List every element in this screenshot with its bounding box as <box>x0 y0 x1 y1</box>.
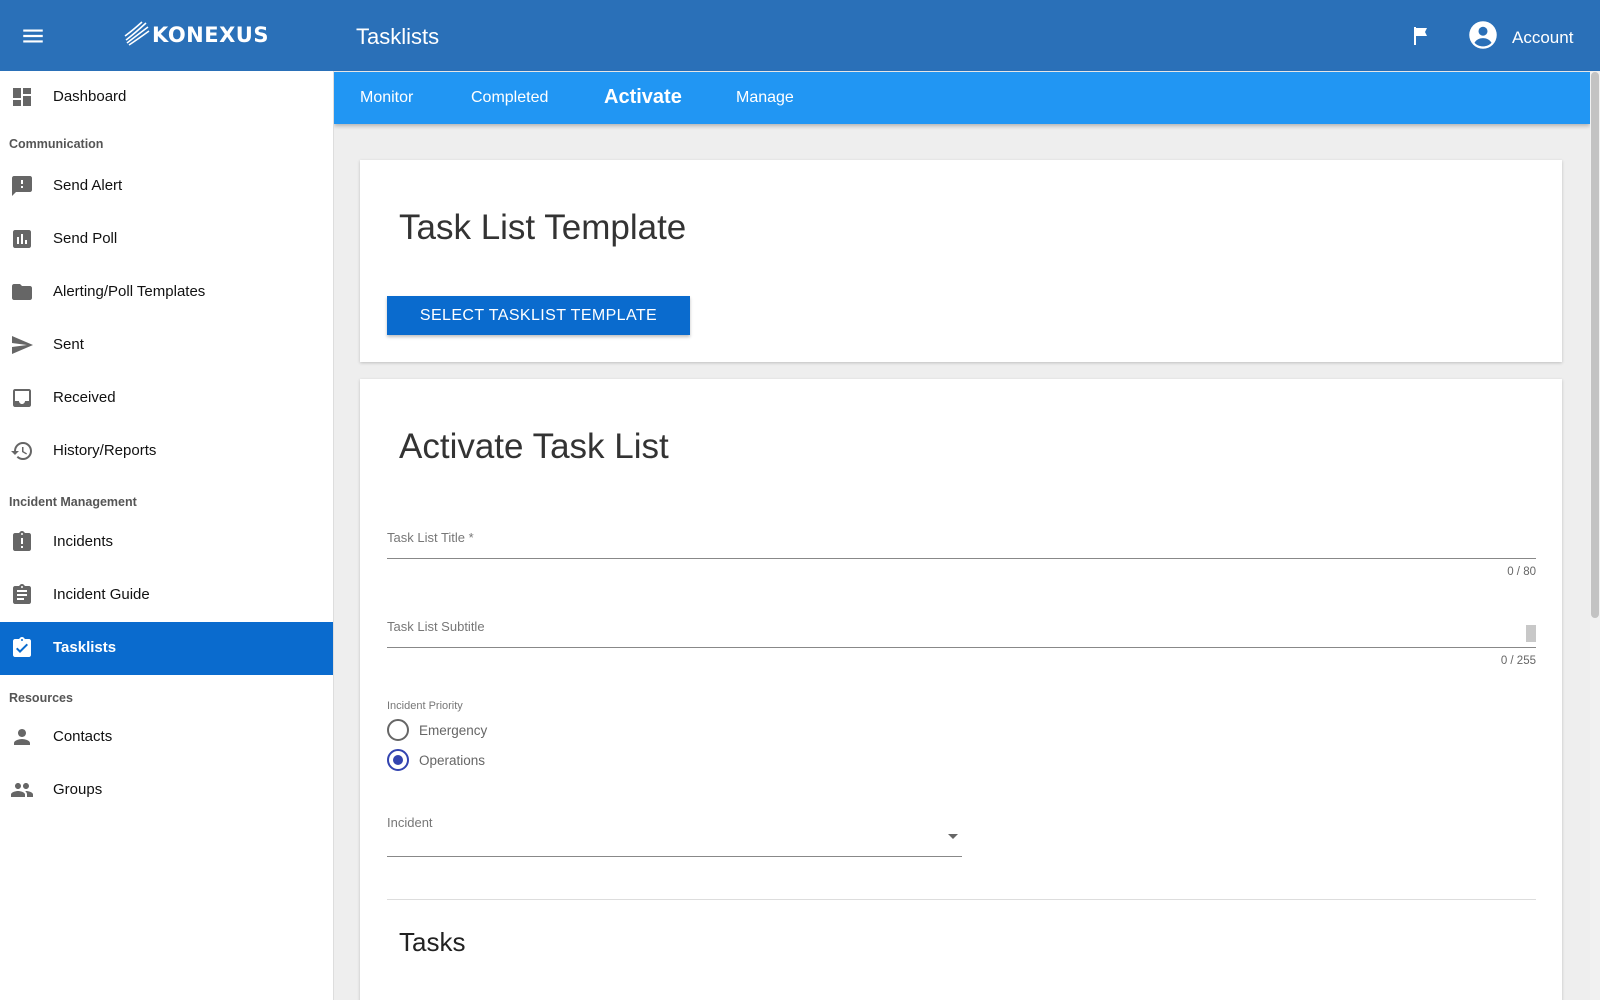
section-title-resources: Resources <box>9 691 73 705</box>
incident-select-label: Incident <box>387 815 433 830</box>
send-icon <box>10 333 34 357</box>
template-card: Task List Template SELECT TASKLIST TEMPL… <box>360 160 1562 362</box>
assignment-turned-in-icon <box>10 636 34 660</box>
scrollbar-thumb[interactable] <box>1591 72 1599 618</box>
tab-bar: Monitor Completed Activate Manage <box>334 72 1590 124</box>
folder-icon <box>10 280 34 304</box>
activate-card: Activate Task List Task List Title * 0 /… <box>360 379 1562 1000</box>
sidebar: Dashboard Communication Send Alert Send … <box>0 71 334 1000</box>
sidebar-item-tasklists[interactable]: Tasklists <box>0 622 333 675</box>
radio-label-emergency: Emergency <box>419 722 488 738</box>
incident-priority-label: Incident Priority <box>387 700 463 712</box>
sidebar-item-dashboard[interactable]: Dashboard <box>0 71 333 124</box>
assignment-icon <box>10 583 34 607</box>
sidebar-item-label: Received <box>53 389 116 406</box>
tab-completed[interactable]: Completed <box>471 89 548 107</box>
sidebar-item-alerting-poll-templates[interactable]: Alerting/Poll Templates <box>0 266 333 319</box>
subtitle-char-counter: 0 / 255 <box>1500 655 1536 667</box>
radio-emergency[interactable] <box>387 719 409 741</box>
sidebar-item-label: Dashboard <box>53 88 127 105</box>
people-icon <box>10 778 34 802</box>
tab-monitor[interactable]: Monitor <box>360 89 413 107</box>
priority-option-emergency[interactable]: Emergency <box>387 719 487 741</box>
section-title-communication: Communication <box>9 137 104 151</box>
tasks-heading: Tasks <box>399 927 466 957</box>
menu-icon[interactable] <box>20 23 46 49</box>
sidebar-item-label: Sent <box>53 336 84 353</box>
textarea-resize-handle[interactable] <box>1526 625 1536 642</box>
sidebar-item-label: Contacts <box>53 728 113 745</box>
sidebar-item-label: Alerting/Poll Templates <box>53 283 206 300</box>
sidebar-item-received[interactable]: Received <box>0 372 333 425</box>
section-title-incident-management: Incident Management <box>9 495 137 509</box>
konexus-logo[interactable]: KONEXUS <box>124 20 269 50</box>
poll-icon <box>10 227 34 251</box>
account-circle-icon <box>1468 20 1498 55</box>
tab-activate[interactable]: Activate <box>604 86 682 109</box>
incident-clipboard-icon <box>10 530 34 554</box>
title-char-counter: 0 / 80 <box>1507 566 1536 578</box>
sidebar-item-incidents[interactable]: Incidents <box>0 516 333 569</box>
inbox-icon <box>10 386 34 410</box>
radio-label-operations: Operations <box>419 752 486 768</box>
sidebar-item-sent[interactable]: Sent <box>0 319 333 372</box>
tab-manage[interactable]: Manage <box>736 89 794 107</box>
page-title: Tasklists <box>356 24 440 49</box>
task-list-title-field: Task List Title * 0 / 80 <box>387 530 1536 584</box>
chevron-down-icon <box>948 834 958 839</box>
flag-icon[interactable] <box>1409 24 1433 48</box>
konexus-logo-icon <box>124 20 150 51</box>
sidebar-item-label: Groups <box>53 781 103 798</box>
sidebar-item-label: Incident Guide <box>53 586 150 603</box>
dashboard-icon <box>10 85 34 109</box>
sidebar-item-history-reports[interactable]: History/Reports <box>0 425 333 478</box>
sidebar-item-contacts[interactable]: Contacts <box>0 711 333 764</box>
sidebar-item-label: Tasklists <box>53 639 117 656</box>
sidebar-item-label: Incidents <box>53 533 114 550</box>
sidebar-item-incident-guide[interactable]: Incident Guide <box>0 569 333 622</box>
sidebar-item-groups[interactable]: Groups <box>0 764 333 817</box>
person-icon <box>10 725 34 749</box>
template-card-title: Task List Template <box>399 208 687 247</box>
task-list-subtitle-field: Task List Subtitle 0 / 255 <box>387 619 1536 673</box>
account-label: Account <box>1512 27 1574 47</box>
priority-option-operations[interactable]: Operations <box>387 749 485 771</box>
sidebar-item-send-poll[interactable]: Send Poll <box>0 213 333 266</box>
radio-operations[interactable] <box>387 749 409 771</box>
page-scrollbar[interactable] <box>1590 72 1600 1000</box>
account-menu[interactable]: Account <box>1468 20 1573 55</box>
sidebar-item-label: Send Poll <box>53 230 118 247</box>
task-list-title-input[interactable] <box>387 530 1536 559</box>
feedback-icon <box>10 174 34 198</box>
divider <box>387 899 1536 900</box>
task-list-subtitle-input[interactable] <box>387 619 1536 648</box>
activate-card-title: Activate Task List <box>399 427 669 466</box>
app-bar: KONEXUS Tasklists Account <box>0 0 1600 71</box>
sidebar-item-label: History/Reports <box>53 442 157 459</box>
sidebar-item-send-alert[interactable]: Send Alert <box>0 160 333 213</box>
history-icon <box>10 439 34 463</box>
select-tasklist-template-button[interactable]: SELECT TASKLIST TEMPLATE <box>387 296 690 335</box>
sidebar-item-label: Send Alert <box>53 177 123 194</box>
incident-select[interactable]: Incident <box>387 815 962 857</box>
logo-text: KONEXUS <box>152 23 269 47</box>
